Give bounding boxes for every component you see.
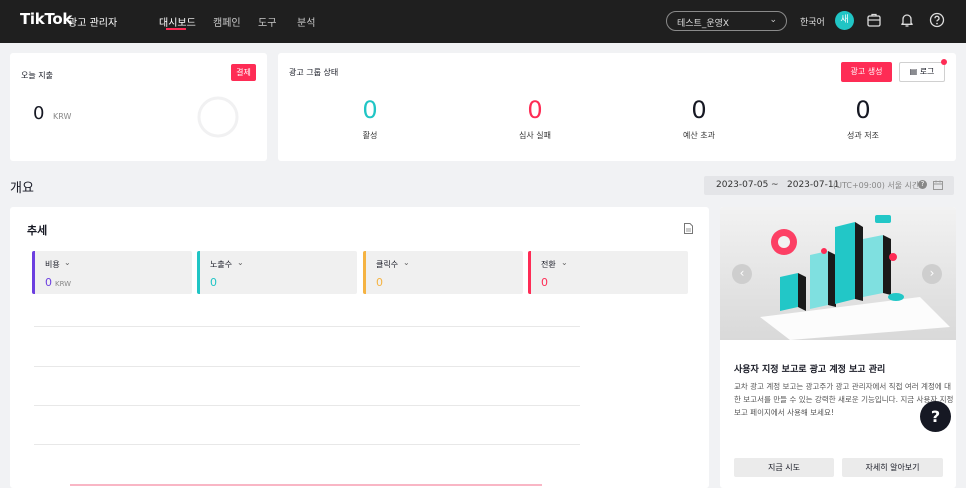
bell-icon[interactable] bbox=[899, 12, 915, 28]
metric-label: 비용 bbox=[45, 260, 60, 269]
metric-cost[interactable]: 비용 ⌄ 0 KRW bbox=[32, 251, 192, 294]
language-selector[interactable]: 한국어 bbox=[800, 15, 825, 28]
status-review-failed-label: 심사 실패 bbox=[519, 131, 551, 140]
help-circle-icon[interactable] bbox=[929, 12, 945, 28]
floating-help-button[interactable]: ? bbox=[920, 401, 951, 432]
chart-gridline bbox=[34, 326, 580, 327]
chevron-down-icon: ⌄ bbox=[769, 15, 777, 25]
chart-gridline bbox=[34, 444, 580, 445]
promo-illustration: ‹ › bbox=[720, 207, 956, 340]
carousel-prev-button[interactable]: ‹ bbox=[732, 264, 752, 284]
ad-group-status-card: 광고 그룹 상태 광고 생성 ▤ 로그 0 활성 0 심사 실패 0 예산 초과… bbox=[278, 53, 956, 161]
create-ad-button[interactable]: 광고 생성 bbox=[841, 62, 892, 82]
metric-label: 노출수 bbox=[210, 260, 233, 269]
status-review-failed-value[interactable]: 0 bbox=[505, 96, 565, 124]
status-active-value[interactable]: 0 bbox=[340, 96, 400, 124]
avatar[interactable]: 새 bbox=[835, 11, 854, 30]
briefcase-icon[interactable] bbox=[866, 12, 882, 28]
overview-title: 개요 bbox=[10, 181, 34, 196]
spend-card: 오늘 지출 결제 0 KRW bbox=[10, 53, 267, 161]
promo-card: ‹ › bbox=[720, 207, 956, 488]
nav-analytics[interactable]: 분석 bbox=[297, 14, 315, 29]
chevron-down-icon[interactable]: ⌄ bbox=[237, 258, 244, 267]
chart-series-line bbox=[70, 484, 542, 486]
nav-dashboard[interactable]: 대시보드 bbox=[159, 14, 196, 29]
metric-impressions[interactable]: 노출수 ⌄ 0 bbox=[197, 251, 357, 294]
metric-value: 0 KRW bbox=[45, 276, 72, 289]
status-over-budget-value[interactable]: 0 bbox=[669, 96, 729, 124]
pay-button[interactable]: 결제 bbox=[231, 64, 256, 81]
chart-gridline bbox=[34, 366, 580, 367]
metric-color-bar bbox=[197, 251, 200, 294]
log-button-label: 로그 bbox=[919, 67, 935, 76]
export-icon[interactable] bbox=[684, 223, 693, 234]
spend-value: 0 bbox=[33, 103, 45, 124]
date-start: 2023-07-05 bbox=[716, 180, 769, 190]
log-button[interactable]: ▤ 로그 bbox=[899, 62, 945, 82]
account-select-value: 테스트_운영X bbox=[677, 19, 730, 29]
spend-currency: KRW bbox=[53, 112, 72, 121]
metric-color-bar bbox=[363, 251, 366, 294]
ad-group-status-title: 광고 그룹 상태 bbox=[289, 68, 339, 77]
bar-chart-illustration bbox=[760, 215, 950, 340]
nav-campaign[interactable]: 캠페인 bbox=[213, 14, 241, 29]
date-end: 2023-07-11 bbox=[787, 180, 840, 190]
top-bar: TikTok 광고 관리자 대시보드 캠페인 도구 분석 테스트_운영X ⌄ 한… bbox=[0, 0, 966, 43]
metric-conversions[interactable]: 전환 ⌄ 0 bbox=[528, 251, 688, 294]
status-active-label: 활성 bbox=[362, 131, 378, 140]
nav-active-indicator bbox=[166, 28, 186, 30]
metric-color-bar bbox=[528, 251, 531, 294]
chevron-down-icon[interactable]: ⌄ bbox=[403, 258, 410, 267]
timezone-label: (UTC+09:00) 서울 시간 bbox=[833, 181, 920, 190]
try-now-button[interactable]: 지금 시도 bbox=[734, 458, 834, 477]
metric-label: 클릭수 bbox=[376, 260, 399, 269]
trend-title: 추세 bbox=[27, 224, 48, 237]
document-icon: ▤ bbox=[909, 67, 918, 76]
account-select[interactable]: 테스트_운영X ⌄ bbox=[666, 11, 787, 31]
chevron-down-icon[interactable]: ⌄ bbox=[64, 258, 71, 267]
tiktok-logo[interactable]: TikTok bbox=[20, 10, 72, 28]
spend-title: 오늘 지출 bbox=[21, 71, 53, 80]
trend-card: 추세 bbox=[10, 207, 709, 488]
info-icon[interactable]: ? bbox=[918, 180, 927, 189]
logo-subtitle: 광고 관리자 bbox=[68, 18, 118, 29]
chevron-down-icon[interactable]: ⌄ bbox=[561, 258, 568, 267]
metric-value: 0 bbox=[376, 276, 383, 289]
metric-label: 전환 bbox=[541, 260, 556, 269]
status-underperforming-value[interactable]: 0 bbox=[833, 96, 893, 124]
nav-tools[interactable]: 도구 bbox=[258, 14, 276, 29]
promo-title: 사용자 지정 보고로 광고 계정 보고 관리 bbox=[734, 365, 886, 375]
date-range-picker[interactable]: 2023-07-05 ~ 2023-07-11 (UTC+09:00) 서울 시… bbox=[704, 176, 954, 195]
status-underperforming-label: 성과 저조 bbox=[847, 131, 879, 140]
calendar-icon[interactable] bbox=[933, 180, 943, 190]
metric-clicks[interactable]: 클릭수 ⌄ 0 bbox=[363, 251, 523, 294]
learn-more-button[interactable]: 자세히 알아보기 bbox=[842, 458, 943, 477]
status-over-budget-label: 예산 초과 bbox=[683, 131, 715, 140]
date-separator: ~ bbox=[771, 180, 779, 190]
metric-color-bar bbox=[32, 251, 35, 294]
notification-dot bbox=[941, 59, 947, 65]
chart-gridline bbox=[34, 405, 580, 406]
metric-value: 0 bbox=[210, 276, 217, 289]
spend-ring-chart bbox=[197, 96, 239, 138]
metric-value: 0 bbox=[541, 276, 548, 289]
carousel-next-button[interactable]: › bbox=[922, 264, 942, 284]
